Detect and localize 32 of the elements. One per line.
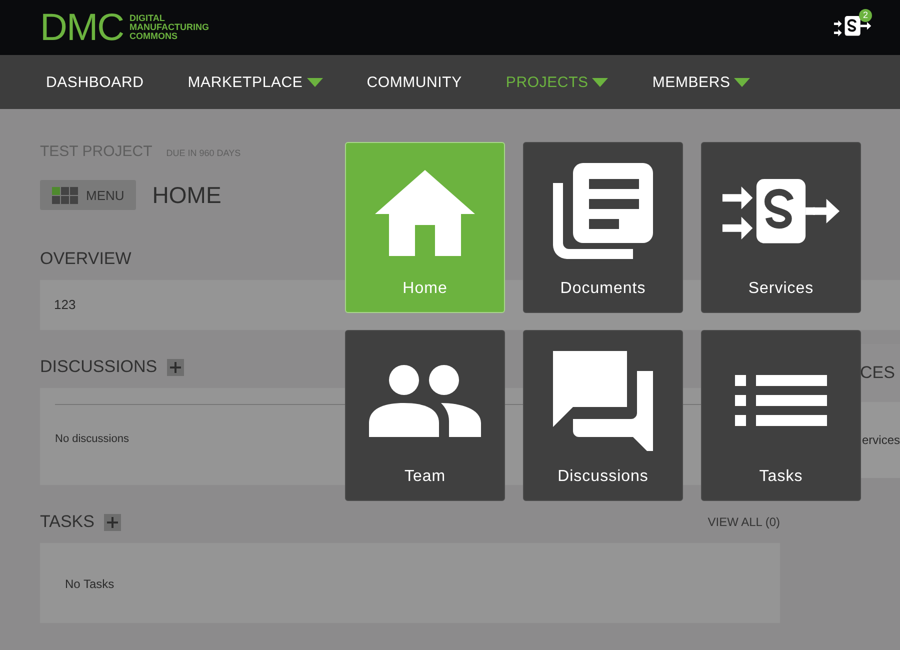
view-all-link[interactable]: VIEW ALL (0) bbox=[708, 515, 780, 529]
page-title: HOME bbox=[152, 182, 222, 208]
section-title: DISCUSSIONS bbox=[40, 357, 158, 377]
house-icon bbox=[375, 170, 475, 256]
list-icon bbox=[735, 375, 827, 427]
empty-message: No discussions bbox=[55, 433, 129, 445]
nav-link[interactable]: COMMUNITY bbox=[366, 74, 462, 90]
menu-tile[interactable]: Tasks bbox=[701, 330, 861, 501]
chat-bubbles-icon bbox=[553, 351, 653, 451]
plus-icon bbox=[170, 362, 182, 372]
logo-tagline: DIGITAL MANUFACTURING COMMONS bbox=[130, 14, 210, 41]
nav-link[interactable]: MARKETPLACE bbox=[188, 74, 323, 90]
add-button[interactable] bbox=[167, 358, 184, 376]
people-icon bbox=[369, 365, 481, 437]
add-button[interactable] bbox=[104, 514, 122, 530]
panel-text: ervices bbox=[862, 433, 900, 447]
plus-icon bbox=[107, 516, 118, 528]
menu-tile[interactable]: Documents bbox=[523, 142, 683, 313]
grid-icon bbox=[52, 186, 78, 204]
empty-message: No Tasks bbox=[65, 577, 114, 591]
logo-text[interactable]: DMC bbox=[40, 8, 124, 46]
menu-tile[interactable]: Team bbox=[345, 330, 505, 501]
panel-title: CES bbox=[860, 363, 895, 383]
nav-link[interactable]: DASHBOARD bbox=[46, 74, 144, 90]
section-title: TASKS bbox=[40, 512, 94, 532]
nav-link[interactable]: PROJECTS bbox=[506, 74, 608, 90]
menu-tile[interactable]: Services bbox=[701, 142, 861, 313]
section-title: OVERVIEW bbox=[40, 249, 132, 269]
notification-badge: 2 bbox=[859, 8, 872, 22]
menu-tile[interactable]: Discussions bbox=[523, 330, 683, 501]
overview-text: 123 bbox=[54, 297, 76, 312]
nav-link[interactable]: MEMBERS bbox=[652, 74, 750, 90]
